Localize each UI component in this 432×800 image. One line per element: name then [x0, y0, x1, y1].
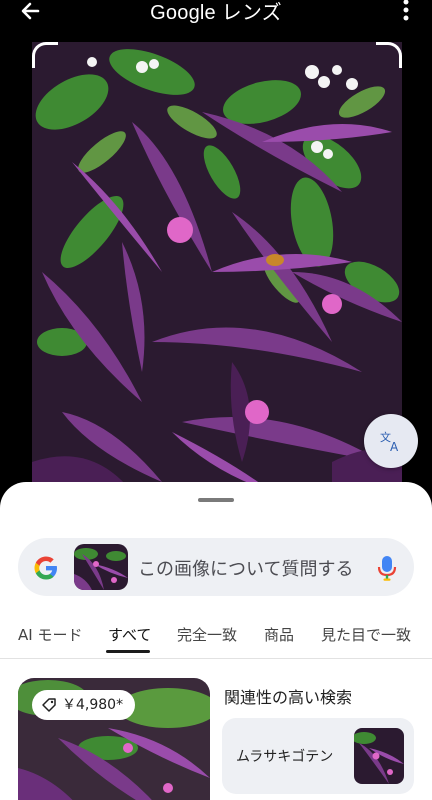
svg-text:A: A — [390, 440, 399, 454]
related-searches-title: 関連性の高い検索 — [224, 688, 353, 707]
active-tab-indicator — [106, 650, 150, 653]
related-plant-image — [354, 728, 404, 784]
translate-button[interactable]: 文 A — [364, 414, 418, 468]
tab-exact-match[interactable]: 完全一致 — [177, 624, 237, 645]
captured-photo[interactable] — [32, 42, 402, 492]
related-search-label: ムラサキゴテン — [236, 749, 334, 765]
more-options-button[interactable] — [396, 0, 416, 24]
crop-corner-top-left[interactable] — [32, 42, 58, 68]
tab-products[interactable]: 商品 — [264, 624, 294, 645]
translate-icon: 文 A — [380, 430, 399, 454]
search-bar[interactable]: この画像について質問する — [18, 538, 414, 596]
mic-icon[interactable] — [376, 554, 398, 582]
app-title: Google レンズ — [150, 2, 282, 24]
plant-image — [32, 42, 402, 492]
price-tag-icon — [42, 698, 56, 712]
query-image-thumbnail[interactable] — [74, 544, 128, 590]
result-product-card[interactable]: ￥4,980* — [18, 678, 210, 800]
tab-all[interactable]: すべて — [108, 624, 151, 645]
related-search-thumbnail — [354, 728, 404, 784]
price-badge: ￥4,980* — [32, 690, 136, 720]
more-vert-icon — [403, 0, 409, 21]
tab-ai-mode[interactable]: AI モード — [18, 624, 82, 645]
top-bar: Google レンズ — [0, 0, 432, 24]
tabs-divider — [0, 658, 432, 659]
crop-corner-top-right[interactable] — [376, 42, 402, 68]
google-g-icon — [34, 556, 57, 580]
tab-visual-matches[interactable]: 見た目で一致 — [321, 624, 411, 645]
search-input[interactable]: この画像について質問する — [138, 555, 353, 581]
related-search-item[interactable]: ムラサキゴテン — [222, 718, 414, 794]
thumbnail-plant-image — [74, 544, 128, 590]
price-text: ￥4,980* — [62, 697, 124, 713]
results-sheet: この画像について質問する AI モード すべて 完全一致 商品 見た目で一致 ￥… — [0, 482, 432, 800]
result-tabs: AI モード すべて 完全一致 商品 見た目で一致 — [0, 618, 432, 658]
sheet-drag-handle[interactable] — [198, 498, 234, 502]
